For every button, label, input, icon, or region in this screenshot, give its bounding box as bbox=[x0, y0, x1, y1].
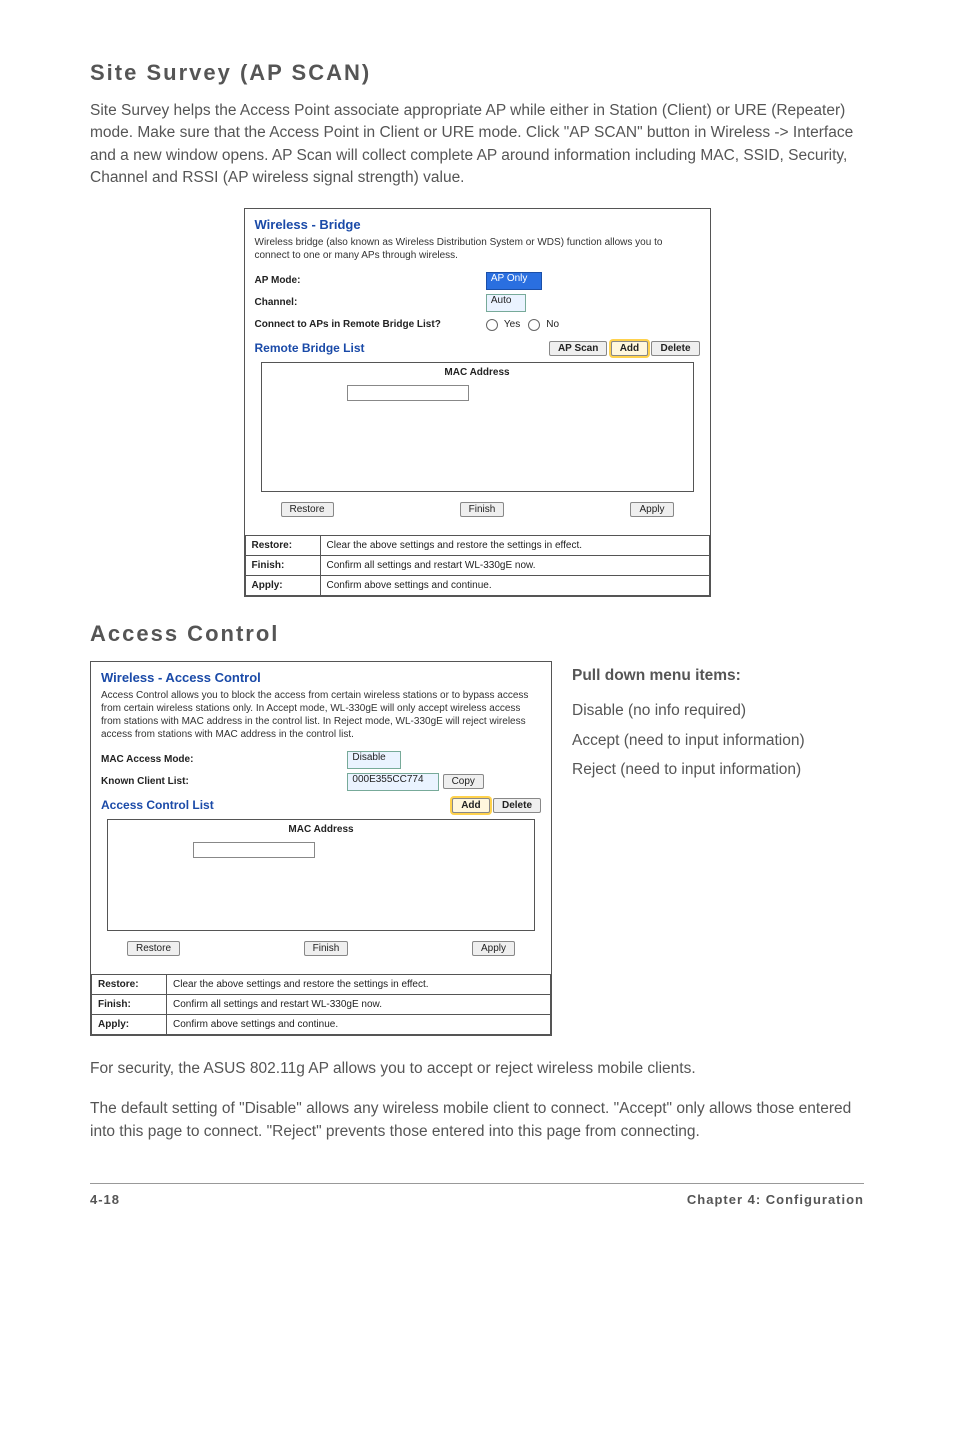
ap-mode-label: AP Mode: bbox=[255, 275, 486, 286]
access-restore-desc: Clear the above settings and restore the… bbox=[167, 974, 551, 994]
finish-key: Finish: bbox=[245, 555, 320, 575]
apply-button[interactable]: Apply bbox=[630, 502, 673, 517]
site-survey-paragraph: Site Survey helps the Access Point assoc… bbox=[90, 100, 864, 190]
copy-button[interactable]: Copy bbox=[443, 774, 484, 789]
access-finish-button[interactable]: Finish bbox=[304, 941, 349, 956]
site-survey-heading: Site Survey (AP SCAN) bbox=[90, 60, 864, 86]
page-number: 4-18 bbox=[90, 1192, 120, 1207]
access-mac-input[interactable] bbox=[193, 842, 315, 858]
channel-select[interactable]: Auto bbox=[486, 294, 527, 312]
ap-mode-select[interactable]: AP Only bbox=[486, 272, 543, 290]
tail-paragraph-1: For security, the ASUS 802.11g AP allows… bbox=[90, 1058, 864, 1080]
known-client-label: Known Client List: bbox=[101, 776, 347, 787]
ap-scan-button[interactable]: AP Scan bbox=[549, 341, 607, 356]
access-delete-button[interactable]: Delete bbox=[493, 798, 541, 813]
delete-button[interactable]: Delete bbox=[651, 341, 699, 356]
access-mac-header: MAC Address bbox=[108, 820, 534, 839]
apply-key: Apply: bbox=[245, 575, 320, 595]
wireless-bridge-panel: Wireless - Bridge Wireless bridge (also … bbox=[244, 208, 711, 597]
access-finish-key: Finish: bbox=[92, 994, 167, 1014]
access-mac-frame: MAC Address bbox=[107, 819, 535, 931]
yes-label: Yes bbox=[504, 319, 520, 330]
mac-address-header: MAC Address bbox=[262, 363, 693, 382]
mac-address-frame: MAC Address bbox=[261, 362, 694, 492]
restore-key: Restore: bbox=[245, 535, 320, 555]
tail-paragraph-2: The default setting of "Disable" allows … bbox=[90, 1098, 864, 1143]
restore-desc: Clear the above settings and restore the… bbox=[320, 535, 709, 555]
access-panel-desc: Access Control allows you to block the a… bbox=[101, 689, 541, 741]
restore-button[interactable]: Restore bbox=[281, 502, 334, 517]
access-apply-key: Apply: bbox=[92, 1014, 167, 1034]
connect-remote-label: Connect to APs in Remote Bridge List? bbox=[255, 319, 486, 330]
bridge-panel-desc: Wireless bridge (also known as Wireless … bbox=[255, 236, 700, 262]
page-footer: 4-18 Chapter 4: Configuration bbox=[90, 1183, 864, 1207]
bridge-footer-table: Restore: Clear the above settings and re… bbox=[245, 535, 710, 596]
chapter-label: Chapter 4: Configuration bbox=[687, 1192, 864, 1207]
mac-address-input[interactable] bbox=[347, 385, 469, 401]
access-control-list-title: Access Control List bbox=[101, 798, 214, 812]
no-label: No bbox=[546, 319, 559, 330]
access-footer-table: Restore: Clear the above settings and re… bbox=[91, 974, 551, 1035]
access-finish-desc: Confirm all settings and restart WL-330g… bbox=[167, 994, 551, 1014]
finish-button[interactable]: Finish bbox=[460, 502, 505, 517]
pulldown-line2: Accept (need to input information) bbox=[572, 726, 864, 755]
access-apply-button[interactable]: Apply bbox=[472, 941, 515, 956]
pulldown-line3: Reject (need to input information) bbox=[572, 755, 864, 784]
access-apply-desc: Confirm above settings and continue. bbox=[167, 1014, 551, 1034]
yes-radio[interactable] bbox=[486, 319, 498, 331]
apply-desc: Confirm above settings and continue. bbox=[320, 575, 709, 595]
add-button[interactable]: Add bbox=[611, 341, 648, 356]
finish-desc: Confirm all settings and restart WL-330g… bbox=[320, 555, 709, 575]
bridge-panel-title: Wireless - Bridge bbox=[255, 217, 700, 232]
mac-access-mode-label: MAC Access Mode: bbox=[101, 754, 347, 765]
no-radio[interactable] bbox=[528, 319, 540, 331]
access-add-button[interactable]: Add bbox=[452, 798, 489, 813]
pulldown-title: Pull down menu items: bbox=[572, 661, 864, 690]
access-panel-title: Wireless - Access Control bbox=[101, 670, 541, 685]
channel-label: Channel: bbox=[255, 297, 486, 308]
pulldown-info: Pull down menu items: Disable (no info r… bbox=[572, 661, 864, 1036]
mac-access-mode-select[interactable]: Disable bbox=[347, 751, 400, 769]
access-restore-key: Restore: bbox=[92, 974, 167, 994]
access-restore-button[interactable]: Restore bbox=[127, 941, 180, 956]
wireless-access-panel: Wireless - Access Control Access Control… bbox=[90, 661, 552, 1036]
pulldown-line1: Disable (no info required) bbox=[572, 696, 864, 725]
access-control-heading: Access Control bbox=[90, 621, 864, 647]
known-client-select[interactable]: 000E355CC774 bbox=[347, 773, 438, 791]
remote-bridge-list-title: Remote Bridge List bbox=[255, 341, 365, 355]
